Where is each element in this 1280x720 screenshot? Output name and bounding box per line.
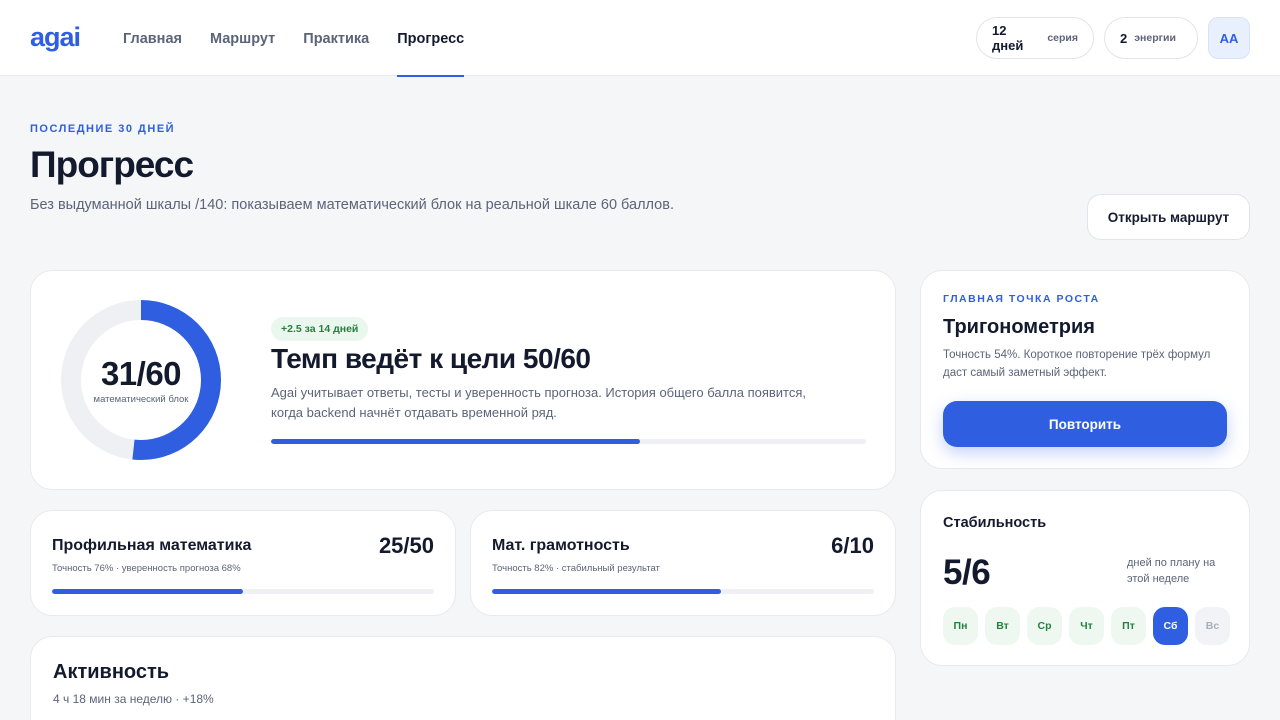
top-navigation-bar: agai Главная Маршрут Практика Прогресс 1… (0, 0, 1280, 77)
activity-title: Активность (53, 661, 170, 683)
growth-description: Точность 54%. Короткое повторение трёх ф… (943, 349, 1211, 379)
subject-score: 25/50 (378, 533, 434, 558)
energy-pill[interactable]: 2 энергии (1104, 17, 1198, 59)
stability-title: Стабильность (943, 515, 1047, 531)
day-fri[interactable]: Пт (1111, 607, 1146, 645)
growth-eyebrow: ГЛАВНАЯ ТОЧКА РОСТА (943, 293, 1100, 305)
nav-item-home[interactable]: Главная (123, 0, 182, 76)
trend-badge: +2.5 за 14 дней (271, 317, 369, 341)
subject-name: Мат. грамотность (492, 537, 630, 554)
growth-topic: Тригонометрия (943, 316, 1095, 338)
goal-progress-bar (271, 439, 866, 444)
agai-logo[interactable]: agai (30, 22, 81, 53)
donut-score: 31/60 (100, 355, 182, 392)
user-avatar[interactable]: AA (1208, 17, 1250, 59)
weekday-tracker: Пн Вт Ср Чт Пт Сб Вс (943, 607, 1230, 645)
day-thu[interactable]: Чт (1069, 607, 1104, 645)
nav-item-practice[interactable]: Практика (303, 0, 369, 76)
repeat-button[interactable]: Повторить (943, 401, 1227, 447)
streak-pill[interactable]: 12 дней серия (976, 17, 1094, 59)
nav-item-progress[interactable]: Прогресс (397, 0, 465, 77)
subject-score: 6/10 (831, 533, 874, 558)
activity-card: Активность 4 ч 18 мин за неделю · +18% (30, 636, 896, 720)
page-title: Прогресс (30, 144, 194, 185)
energy-value: 2 (1120, 30, 1128, 46)
stability-card: Стабильность 5/6 дней по плану на этой н… (920, 490, 1250, 666)
subject-progress-fill (492, 589, 722, 594)
streak-value: 12 дней (992, 23, 1024, 53)
goal-progress-fill (271, 439, 640, 444)
subject-card-math-literacy[interactable]: Мат. грамотность 6/10 Точность 82% · ста… (470, 510, 896, 616)
page-subtitle: Без выдуманной шкалы /140: показываем ма… (30, 197, 674, 213)
subject-meta: Точность 76% · уверенность прогноза 68% (52, 563, 241, 574)
subject-name: Профильная математика (52, 537, 252, 554)
streak-label: серия (1047, 32, 1078, 44)
day-tue[interactable]: Вт (985, 607, 1020, 645)
page-eyebrow: ПОСЛЕДНИЕ 30 ДНЕЙ (30, 123, 176, 135)
day-mon[interactable]: Пн (943, 607, 978, 645)
subject-card-profile-math[interactable]: Профильная математика 25/50 Точность 76%… (30, 510, 456, 616)
goal-title: Темп ведёт к цели 50/60 (271, 343, 591, 374)
subject-progress-fill (52, 589, 243, 594)
donut-label: математический блок (93, 394, 189, 405)
stability-caption: дней по плану на этой неделе (1127, 557, 1216, 585)
subject-meta: Точность 82% · стабильный результат (492, 563, 660, 574)
subject-progress-bar (52, 589, 434, 594)
activity-subtitle: 4 ч 18 мин за неделю · +18% (53, 692, 214, 706)
score-card: 31/60 математический блок +2.5 за 14 дне… (30, 270, 896, 490)
nav-item-route[interactable]: Маршрут (210, 0, 275, 76)
main-nav: Главная Маршрут Практика Прогресс (123, 0, 465, 77)
energy-label: энергии (1134, 32, 1176, 44)
subject-progress-bar (492, 589, 874, 594)
growth-point-card: ГЛАВНАЯ ТОЧКА РОСТА Тригонометрия Точнос… (920, 270, 1250, 469)
day-wed[interactable]: Ср (1027, 607, 1062, 645)
stability-value: 5/6 (943, 553, 991, 592)
day-sat[interactable]: Сб (1153, 607, 1188, 645)
open-route-button[interactable]: Открыть маршрут (1087, 194, 1250, 240)
day-sun[interactable]: Вс (1195, 607, 1230, 645)
goal-description: Agai учитывает ответы, тесты и увереннос… (271, 385, 807, 420)
